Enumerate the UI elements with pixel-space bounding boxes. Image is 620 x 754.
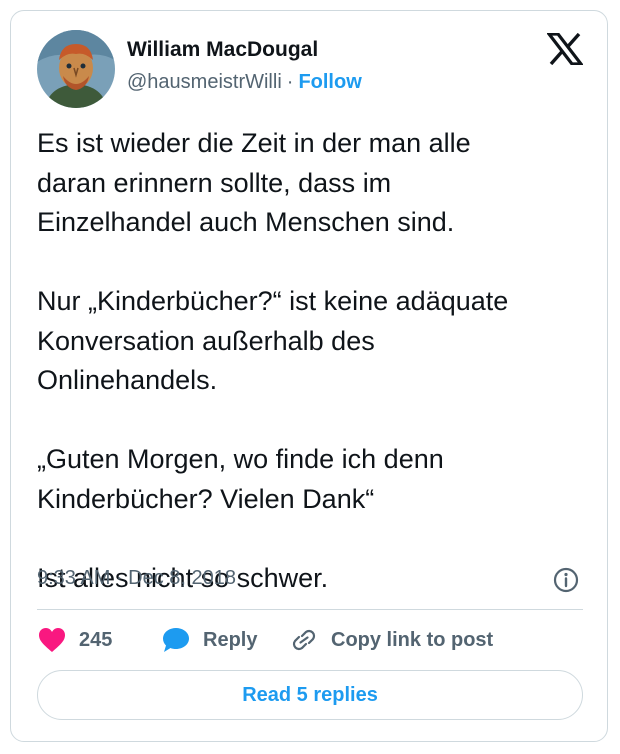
avatar-portrait [37,30,115,108]
author-handle-row: @hausmeistrWilli · Follow [127,71,362,94]
tweet-timestamp[interactable]: 9:33 AM · Dec 8, 2018 [37,567,236,590]
author-handle[interactable]: @hausmeistrWilli [127,71,282,93]
tweet-line: daran erinnern sollte, dass im [37,167,392,198]
tweet-line: Nur „Kinderbücher?“ ist keine adäquate [37,286,509,316]
tweet-text: Es ist wieder die Zeit in der man alle d… [37,124,597,598]
heart-icon [39,628,65,652]
x-logo-icon[interactable] [547,33,583,65]
divider [37,609,583,610]
tweet-line: Konversation außerhalb des [37,325,375,356]
read-replies-button[interactable]: Read 5 replies [37,670,583,720]
tweet-line: Onlinehandels. [37,365,218,395]
tweet-line: Kinderbücher? Vielen Dank“ [37,483,375,514]
tweet-card: William MacDougal @hausmeistrWilli · Follo… [10,10,608,742]
tweet-line: „Guten Morgen, wo finde ich denn [37,444,444,474]
reply-button[interactable]: Reply [161,624,257,656]
tweet-line: Einzelhandel auch Menschen sind. [37,207,455,237]
tweet-line: Es ist wieder die Zeit in der man alle [37,128,471,158]
separator-dot: · [286,71,294,93]
link-icon [292,629,316,651]
author-name[interactable]: William MacDougal [127,38,318,62]
follow-button[interactable]: Follow [298,71,361,93]
speech-bubble-icon [163,628,189,652]
avatar[interactable] [37,30,115,108]
reply-label: Reply [203,628,258,651]
copy-link-button[interactable]: Copy link to post [289,624,493,656]
copy-link-label: Copy link to post [331,628,494,651]
info-icon[interactable] [553,567,579,593]
like-count: 245 [79,628,113,651]
like-button[interactable]: 245 [37,624,112,656]
